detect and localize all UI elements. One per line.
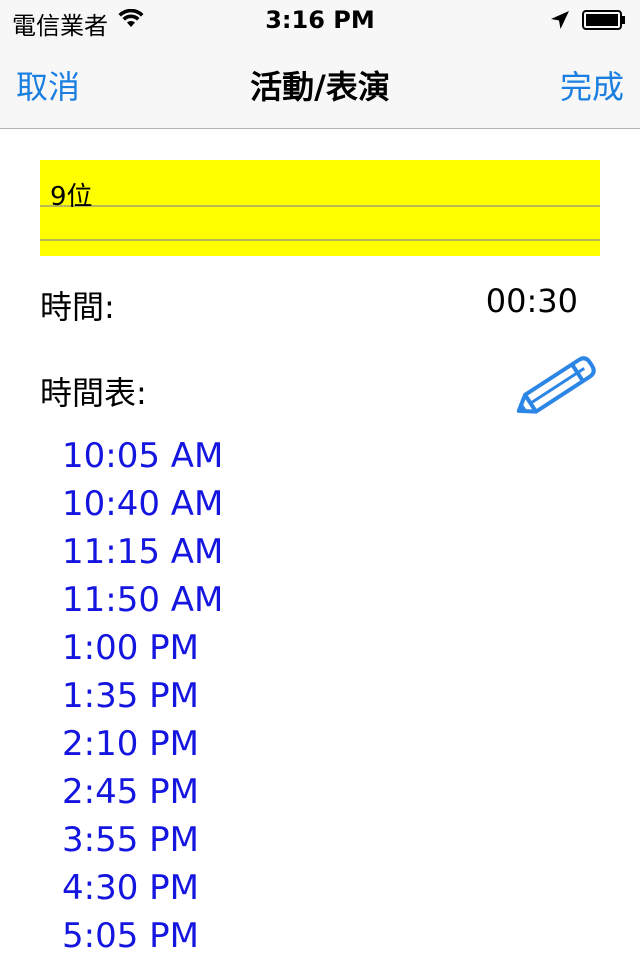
schedule-time-item[interactable]: 2:45 PM bbox=[62, 770, 223, 818]
duration-value[interactable]: 00:30 bbox=[486, 282, 578, 320]
schedule-time-item[interactable]: 3:55 PM bbox=[62, 818, 223, 866]
done-button[interactable]: 完成 bbox=[560, 62, 624, 108]
status-time: 3:16 PM bbox=[265, 6, 375, 34]
schedule-time-item[interactable]: 1:00 PM bbox=[62, 626, 223, 674]
schedule-list: 10:05 AM 10:40 AM 11:15 AM 11:50 AM 1:00 PM 1… bbox=[62, 434, 223, 962]
schedule-time-item[interactable]: 11:50 AM bbox=[62, 578, 223, 626]
note-rule-line bbox=[40, 205, 600, 207]
duration-label: 時間: bbox=[40, 288, 115, 326]
schedule-time-item[interactable]: 10:05 AM bbox=[62, 434, 223, 482]
status-bar: 電信業者 3:16 PM bbox=[0, 0, 640, 40]
schedule-time-item[interactable]: 11:15 AM bbox=[62, 530, 223, 578]
schedule-time-item[interactable]: 5:05 PM bbox=[62, 914, 223, 962]
schedule-time-item[interactable]: 1:35 PM bbox=[62, 674, 223, 722]
note-field[interactable]: 9位 bbox=[40, 160, 600, 256]
schedule-label: 時間表: bbox=[40, 374, 147, 412]
schedule-time-item[interactable]: 4:30 PM bbox=[62, 866, 223, 914]
schedule-time-item[interactable]: 2:10 PM bbox=[62, 722, 223, 770]
pencil-icon[interactable] bbox=[510, 352, 602, 422]
navigation-bar: 取消 活動/表演 完成 bbox=[0, 40, 640, 129]
schedule-time-item[interactable]: 10:40 AM bbox=[62, 482, 223, 530]
page-title: 活動/表演 bbox=[250, 68, 390, 106]
battery-icon bbox=[582, 10, 625, 30]
note-rule-line bbox=[40, 239, 600, 241]
note-text: 9位 bbox=[50, 182, 93, 212]
location-arrow-icon bbox=[551, 11, 569, 29]
